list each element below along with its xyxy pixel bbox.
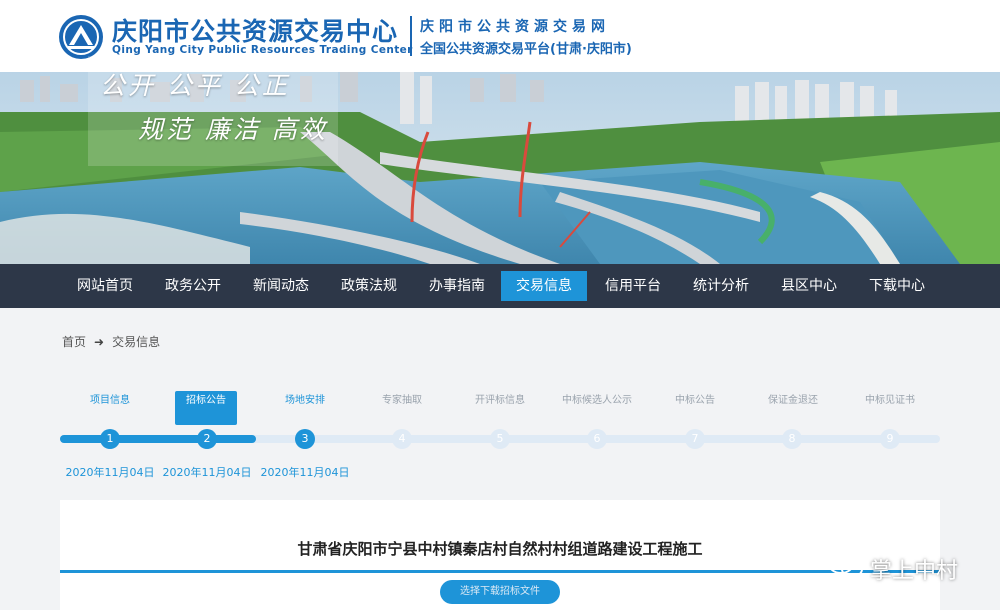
step-label-candidate-publicity[interactable]: 中标候选人公示 xyxy=(559,393,635,409)
nav-item-government-affairs[interactable]: 政务公开 xyxy=(149,271,237,301)
step-label-expert-draw[interactable]: 专家抽取 xyxy=(354,393,450,409)
title-underline xyxy=(60,570,940,573)
nav-item-statistics[interactable]: 统计分析 xyxy=(677,271,765,301)
step-dot-6[interactable]: 6 xyxy=(587,429,607,449)
select-download-file-button[interactable]: 选择下载招标文件 xyxy=(440,580,560,604)
progress-fill xyxy=(60,435,256,443)
breadcrumb-home-link[interactable]: 首页 xyxy=(62,333,86,350)
breadcrumb: 首页 ➜ 交易信息 xyxy=(62,333,160,350)
wechat-icon xyxy=(828,554,863,578)
step-label-tender-notice[interactable]: 招标公告 xyxy=(175,391,237,425)
step-dot-1[interactable]: 1 xyxy=(100,429,120,449)
step-dot-8[interactable]: 8 xyxy=(782,429,802,449)
site-name: 庆阳市公共资源交易网 xyxy=(420,19,610,35)
nav-item-guide[interactable]: 办事指南 xyxy=(413,271,501,301)
breadcrumb-current[interactable]: 交易信息 xyxy=(112,333,160,350)
step-date-3: 2020年11月04日 xyxy=(260,466,350,479)
step-label-project-info[interactable]: 项目信息 xyxy=(62,393,158,409)
step-dot-3[interactable]: 3 xyxy=(295,429,315,449)
slogan-line-1: 公开 公平 公正 xyxy=(100,71,290,100)
breadcrumb-arrow-icon: ➜ xyxy=(94,335,105,349)
step-label-bid-opening[interactable]: 开评标信息 xyxy=(452,393,548,409)
step-dot-7[interactable]: 7 xyxy=(685,429,705,449)
step-dot-4[interactable]: 4 xyxy=(392,429,412,449)
header-divider xyxy=(410,16,412,56)
trading-center-logo-icon xyxy=(59,15,103,59)
slogan-line-2: 规范 廉洁 高效 xyxy=(138,115,328,144)
step-dot-2[interactable]: 2 xyxy=(197,429,217,449)
step-date-2: 2020年11月04日 xyxy=(162,466,252,479)
step-dot-5[interactable]: 5 xyxy=(490,429,510,449)
nav-item-credit[interactable]: 信用平台 xyxy=(589,271,677,301)
watermark-text: 掌上中村 xyxy=(870,559,959,584)
nav-item-news[interactable]: 新闻动态 xyxy=(237,271,325,301)
org-name-cn: 庆阳市公共资源交易中心 xyxy=(112,17,399,46)
step-label-award-notice[interactable]: 中标公告 xyxy=(647,393,743,409)
org-name-en: Qing Yang City Public Resources Trading … xyxy=(112,44,413,56)
nav-item-downloads[interactable]: 下载中心 xyxy=(853,271,941,301)
step-label-venue[interactable]: 场地安排 xyxy=(257,393,353,409)
step-dot-9[interactable]: 9 xyxy=(880,429,900,449)
step-label-deposit-refund[interactable]: 保证金退还 xyxy=(745,393,841,409)
nav-item-trading-info[interactable]: 交易信息 xyxy=(501,271,587,301)
step-date-1: 2020年11月04日 xyxy=(65,466,155,479)
nav-item-county-center[interactable]: 县区中心 xyxy=(765,271,853,301)
platform-name: 全国公共资源交易平台(甘肃·庆阳市) xyxy=(420,42,632,57)
page: 庆阳市公共资源交易中心 Qing Yang City Public Resour… xyxy=(0,0,1000,610)
nav-item-home[interactable]: 网站首页 xyxy=(61,271,149,301)
nav-item-policies[interactable]: 政策法规 xyxy=(325,271,413,301)
main-nav: 网站首页 政务公开 新闻动态 政策法规 办事指南 交易信息 信用平台 统计分析 … xyxy=(0,264,1000,308)
step-label-award-certificate[interactable]: 中标见证书 xyxy=(842,393,938,409)
